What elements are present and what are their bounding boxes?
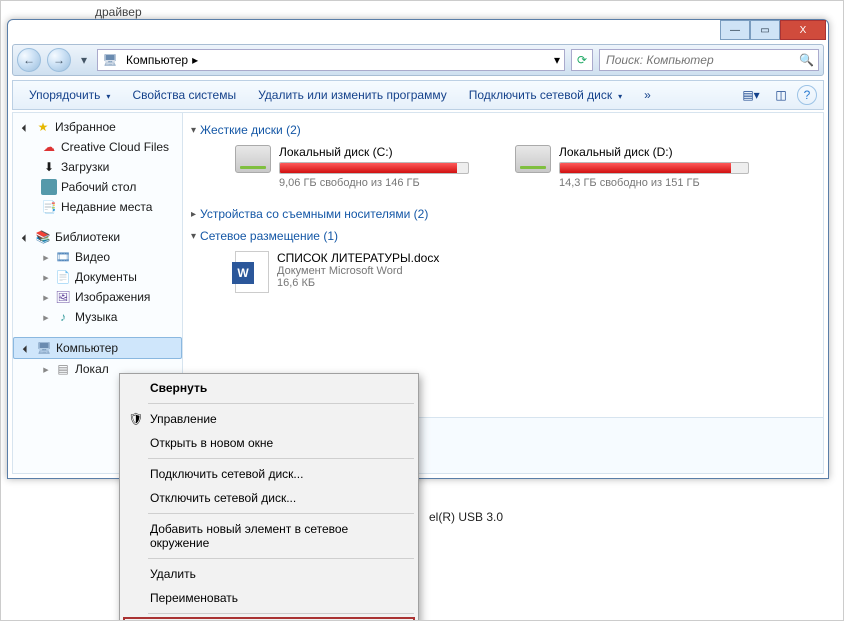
map-drive-button[interactable]: Подключить сетевой диск [459,82,632,108]
chevron-down-icon: ▾ [191,125,196,136]
tree-videos[interactable]: 🎞Видео [13,247,182,267]
breadcrumb[interactable]: 🖥 Компьютер ▸ ▾ [97,49,565,71]
breadcrumb-computer[interactable]: Компьютер [126,53,188,67]
drive-c[interactable]: Локальный диск (C:) 9,06 ГБ свободно из … [235,145,495,189]
bg-usb-text: el(R) USB 3.0 [429,510,503,524]
tree-libraries[interactable]: 📚Библиотеки [13,227,182,247]
image-icon: 🖼 [55,289,71,305]
window-controls: — ▭ X [720,20,826,44]
network-file-item[interactable]: W СПИСОК ЛИТЕРАТУРЫ.docx Документ Micros… [191,247,815,293]
separator [148,403,414,404]
star-icon: ★ [35,119,51,135]
drive-d-label: Локальный диск (D:) [559,145,749,159]
file-size: 16,6 КБ [277,277,439,289]
drive-icon: ▤ [55,361,71,377]
drive-d[interactable]: Локальный диск (D:) 14,3 ГБ свободно из … [515,145,775,189]
search-input[interactable] [604,52,799,68]
music-icon: ♪ [55,309,71,325]
separator [148,513,414,514]
tree-favorites[interactable]: ★Избранное [13,117,182,137]
search-box[interactable]: 🔍 [599,49,819,71]
cloud-icon: ☁ [41,139,57,155]
chevron-down-icon [104,88,110,102]
tree-creative-cloud[interactable]: ☁Creative Cloud Files [13,137,182,157]
preview-pane-button[interactable]: ◫ [767,82,795,108]
ctx-properties-highlight: Свойства [123,617,415,621]
tree-music[interactable]: ♪Музыка [13,307,182,327]
section-removable[interactable]: ▸Устройства со съемными носителями (2) [191,203,815,225]
video-icon: 🎞 [55,249,71,265]
ctx-rename[interactable]: Переименовать [122,586,416,610]
tree-documents[interactable]: 📄Документы [13,267,182,287]
computer-icon: 🖥 [36,340,52,356]
breadcrumb-dropdown-icon[interactable]: ▾ [554,53,560,67]
ctx-unmap-drive[interactable]: Отключить сетевой диск... [122,486,416,510]
libraries-icon: 📚 [35,229,51,245]
drive-d-usage-bar [559,162,749,174]
file-name: СПИСОК ЛИТЕРАТУРЫ.docx [277,251,439,265]
search-icon[interactable]: 🔍 [799,53,814,67]
ctx-manage[interactable]: 🛡Управление [122,407,416,431]
separator [148,613,414,614]
tree-computer[interactable]: 🖥Компьютер [13,337,182,359]
chevron-down-icon [616,88,622,102]
nav-forward-button[interactable]: → [47,48,71,72]
chevron-right-icon: ▸ [191,209,196,220]
drive-c-usage-bar [279,162,469,174]
drive-icon [515,145,551,173]
computer-icon: 🖥 [102,52,118,68]
drive-icon [235,145,271,173]
chevron-right-icon: ▸ [192,53,198,67]
ctx-add-network-location[interactable]: Добавить новый элемент в сетевое окружен… [122,517,416,555]
address-bar: ← → ▾ 🖥 Компьютер ▸ ▾ ⟳ 🔍 [12,44,824,76]
ctx-open-new-window[interactable]: Открыть в новом окне [122,431,416,455]
refresh-button[interactable]: ⟳ [571,49,593,71]
drive-c-label: Локальный диск (C:) [279,145,469,159]
tree-desktop[interactable]: Рабочий стол [13,177,182,197]
uninstall-change-button[interactable]: Удалить или изменить программу [248,82,457,108]
section-hard-drives[interactable]: ▾Жесткие диски (2) [191,119,815,141]
file-type: Документ Microsoft Word [277,265,439,277]
shield-icon: 🛡 [128,411,144,427]
document-icon: 📄 [55,269,71,285]
word-file-icon: W [235,251,269,293]
toolbar: Упорядочить Свойства системы Удалить или… [12,80,824,110]
context-menu: Свернуть 🛡Управление Открыть в новом окн… [119,373,419,621]
desktop-icon [41,179,57,195]
toolbar-overflow-button[interactable]: » [634,82,661,108]
nav-back-button[interactable]: ← [17,48,41,72]
view-mode-button[interactable]: ▤▾ [737,82,765,108]
organize-button[interactable]: Упорядочить [19,82,120,108]
chevron-down-icon: ▾ [191,231,196,242]
nav-history-button[interactable]: ▾ [77,48,91,72]
tree-recent[interactable]: 📑Недавние места [13,197,182,217]
system-properties-button[interactable]: Свойства системы [122,82,246,108]
section-network[interactable]: ▾Сетевое размещение (1) [191,225,815,247]
ctx-collapse[interactable]: Свернуть [122,376,416,400]
minimize-button[interactable]: — [720,20,750,40]
tree-downloads[interactable]: ⬇Загрузки [13,157,182,177]
separator [148,458,414,459]
separator [148,558,414,559]
maximize-button[interactable]: ▭ [750,20,780,40]
ctx-delete[interactable]: Удалить [122,562,416,586]
drive-d-free-text: 14,3 ГБ свободно из 151 ГБ [559,177,749,189]
help-button[interactable]: ? [797,85,817,105]
tree-images[interactable]: 🖼Изображения [13,287,182,307]
close-button[interactable]: X [780,20,826,40]
bg-top-text: драйвер [95,5,142,19]
download-icon: ⬇ [41,159,57,175]
ctx-map-drive[interactable]: Подключить сетевой диск... [122,462,416,486]
recent-icon: 📑 [41,199,57,215]
drive-c-free-text: 9,06 ГБ свободно из 146 ГБ [279,177,469,189]
